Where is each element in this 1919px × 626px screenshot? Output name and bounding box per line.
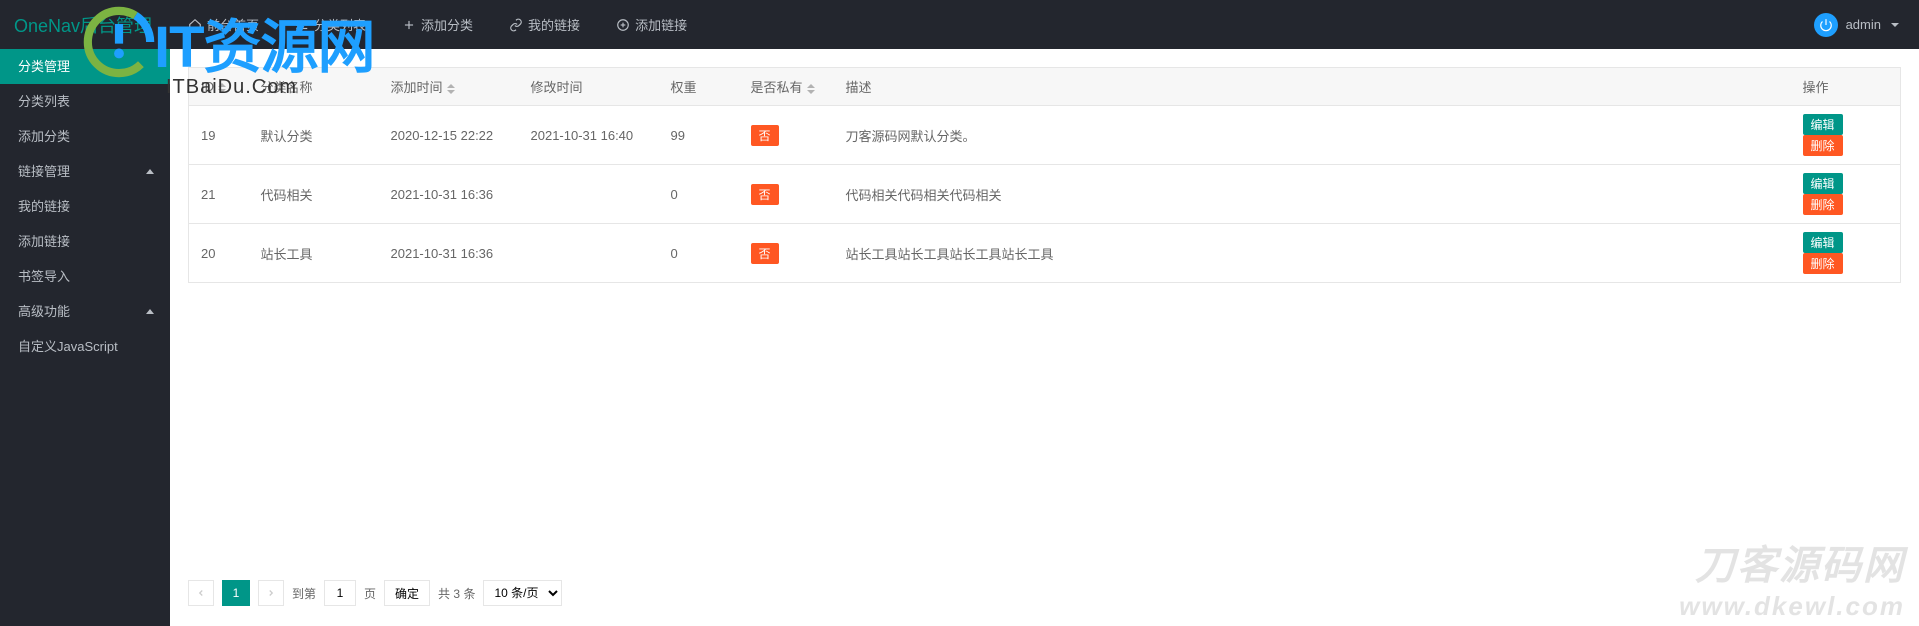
- chevron-down-icon: [1891, 23, 1899, 27]
- cell-ops: 编辑删除: [1791, 165, 1901, 224]
- table-header-row: ID 分类名称 添加时间 修改时间 权重 是否私有 描述 操作: [189, 68, 1901, 106]
- cell-private: 否: [739, 106, 834, 165]
- col-weight: 权重: [659, 68, 739, 106]
- list-icon: [295, 18, 309, 32]
- nav-label: 添加链接: [635, 15, 687, 34]
- cell-private: 否: [739, 224, 834, 283]
- user-menu[interactable]: admin: [1794, 0, 1919, 49]
- page-number-current[interactable]: 1: [222, 580, 250, 606]
- category-table: ID 分类名称 添加时间 修改时间 权重 是否私有 描述 操作 19默认分类20…: [188, 67, 1901, 283]
- private-badge: 否: [751, 243, 779, 264]
- sidebar-item-custom-js[interactable]: 自定义JavaScript: [0, 329, 170, 364]
- nav-label: 分类列表: [314, 15, 366, 34]
- nav-label: 我的链接: [528, 15, 580, 34]
- nav-my-links[interactable]: 我的链接: [491, 0, 598, 49]
- sidebar-item-category-list[interactable]: 分类列表: [0, 84, 170, 119]
- sidebar-item-import-bookmarks[interactable]: 书签导入: [0, 259, 170, 294]
- edit-button[interactable]: 编辑: [1803, 173, 1843, 194]
- cell-desc: 刀客源码网默认分类。: [834, 106, 1791, 165]
- sidebar-group-advanced[interactable]: 高级功能: [0, 294, 170, 329]
- cell-id: 19: [189, 106, 249, 165]
- edit-button[interactable]: 编辑: [1803, 232, 1843, 253]
- delete-button[interactable]: 删除: [1803, 135, 1843, 156]
- sidebar-group-category[interactable]: 分类管理: [0, 49, 170, 84]
- brand-title: OneNav后台管理: [0, 12, 170, 38]
- cell-mod-time: [519, 165, 659, 224]
- sort-icon: [807, 84, 815, 94]
- edit-button[interactable]: 编辑: [1803, 114, 1843, 135]
- sidebar: 分类管理 分类列表 添加分类 链接管理 我的链接 添加链接 书签导入 高级功能 …: [0, 49, 170, 626]
- col-add-time[interactable]: 添加时间: [379, 68, 519, 106]
- chevron-up-icon: [146, 169, 154, 174]
- cell-add-time: 2020-12-15 22:22: [379, 106, 519, 165]
- cell-ops: 编辑删除: [1791, 224, 1901, 283]
- sort-icon: [447, 84, 455, 94]
- cell-mod-time: 2021-10-31 16:40: [519, 106, 659, 165]
- nav-add-link[interactable]: 添加链接: [598, 0, 705, 49]
- delete-button[interactable]: 删除: [1803, 253, 1843, 274]
- sidebar-group-label: 高级功能: [18, 294, 70, 329]
- main-content: ID 分类名称 添加时间 修改时间 权重 是否私有 描述 操作 19默认分类20…: [170, 49, 1919, 626]
- goto-confirm-button[interactable]: 确定: [384, 580, 430, 606]
- home-icon: [188, 18, 202, 32]
- page-unit: 页: [364, 585, 376, 602]
- cell-weight: 99: [659, 106, 739, 165]
- table-row: 19默认分类2020-12-15 22:222021-10-31 16:4099…: [189, 106, 1901, 165]
- sidebar-item-add-link[interactable]: 添加链接: [0, 224, 170, 259]
- cell-name: 代码相关: [249, 165, 379, 224]
- nav-label: 前台首页: [207, 15, 259, 34]
- cell-name: 站长工具: [249, 224, 379, 283]
- total-count: 共 3 条: [438, 585, 475, 602]
- goto-page-input[interactable]: [324, 580, 356, 606]
- table-row: 21代码相关2021-10-31 16:36 0否 代码相关代码相关代码相关编辑删除: [189, 165, 1901, 224]
- page-next-button[interactable]: [258, 580, 284, 606]
- cell-desc: 站长工具站长工具站长工具站长工具: [834, 224, 1791, 283]
- nav-add-category[interactable]: 添加分类: [384, 0, 491, 49]
- sidebar-group-label: 分类管理: [18, 49, 70, 84]
- pagination: 1 到第 页 确定 共 3 条 10 条/页: [188, 580, 562, 606]
- cell-mod-time: [519, 224, 659, 283]
- sidebar-group-label: 链接管理: [18, 154, 70, 189]
- plus-icon: [402, 18, 416, 32]
- nav-category-list[interactable]: 分类列表: [277, 0, 384, 49]
- power-icon: [1814, 13, 1838, 37]
- per-page-select[interactable]: 10 条/页: [483, 580, 562, 606]
- cell-weight: 0: [659, 224, 739, 283]
- goto-label: 到第: [292, 585, 316, 602]
- user-name: admin: [1846, 17, 1881, 32]
- sort-icon: [218, 83, 226, 93]
- private-badge: 否: [751, 184, 779, 205]
- cell-id: 21: [189, 165, 249, 224]
- cell-name: 默认分类: [249, 106, 379, 165]
- plus-circle-icon: [616, 18, 630, 32]
- col-private[interactable]: 是否私有: [739, 68, 834, 106]
- sidebar-group-links[interactable]: 链接管理: [0, 154, 170, 189]
- col-id[interactable]: ID: [189, 68, 249, 106]
- col-name: 分类名称: [249, 68, 379, 106]
- nav-label: 添加分类: [421, 15, 473, 34]
- cell-add-time: 2021-10-31 16:36: [379, 224, 519, 283]
- cell-weight: 0: [659, 165, 739, 224]
- cell-id: 20: [189, 224, 249, 283]
- cell-private: 否: [739, 165, 834, 224]
- cell-desc: 代码相关代码相关代码相关: [834, 165, 1791, 224]
- cell-ops: 编辑删除: [1791, 106, 1901, 165]
- private-badge: 否: [751, 125, 779, 146]
- table-row: 20站长工具2021-10-31 16:36 0否 站长工具站长工具站长工具站长工具…: [189, 224, 1901, 283]
- top-header: OneNav后台管理 前台首页 分类列表 添加分类 我的链接: [0, 0, 1919, 49]
- col-mod-time: 修改时间: [519, 68, 659, 106]
- nav-home[interactable]: 前台首页: [170, 0, 277, 49]
- sidebar-item-my-links[interactable]: 我的链接: [0, 189, 170, 224]
- page-prev-button[interactable]: [188, 580, 214, 606]
- cell-add-time: 2021-10-31 16:36: [379, 165, 519, 224]
- sidebar-item-add-category[interactable]: 添加分类: [0, 119, 170, 154]
- delete-button[interactable]: 删除: [1803, 194, 1843, 215]
- col-desc: 描述: [834, 68, 1791, 106]
- col-ops: 操作: [1791, 68, 1901, 106]
- chevron-up-icon: [146, 309, 154, 314]
- link-icon: [509, 18, 523, 32]
